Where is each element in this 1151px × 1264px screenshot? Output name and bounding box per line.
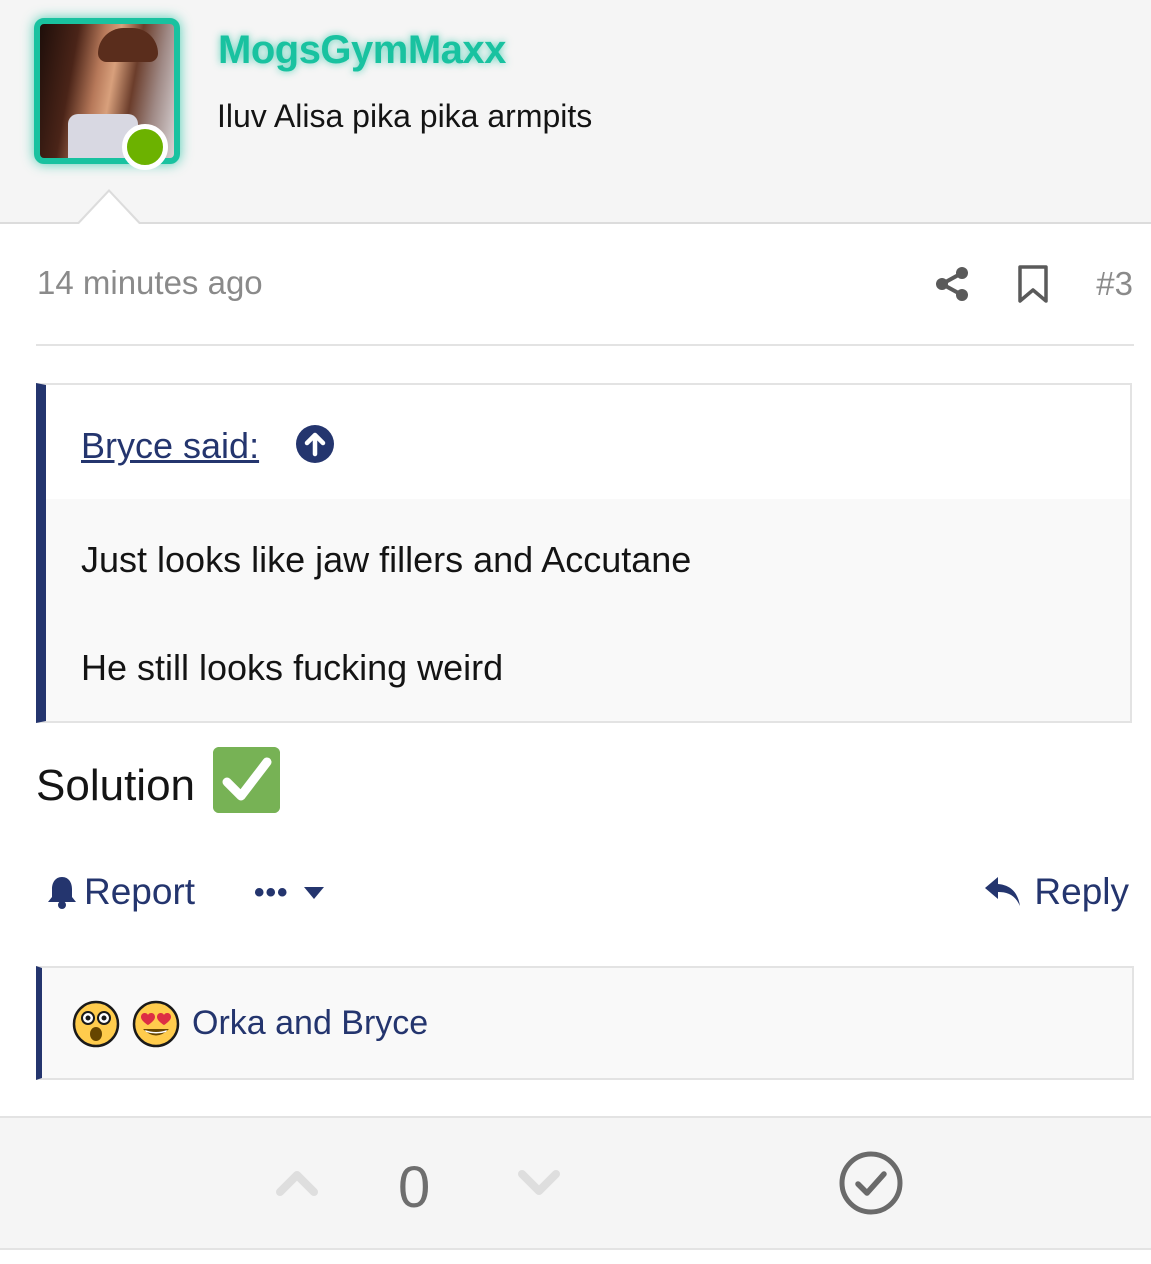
quote-header: Bryce said: [46,385,1130,499]
online-status-dot [122,124,168,170]
reply-label[interactable]: Reply [1034,871,1129,913]
more-dots[interactable]: ••• [254,878,289,908]
reactions-bar[interactable]: Orka and Bryce [36,966,1134,1080]
post-footer: 0 [0,1116,1151,1250]
heart-eyes-face-icon[interactable] [132,1000,180,1048]
quote-block: Bryce said: Just looks like jaw fillers … [36,383,1132,723]
vote-count: 0 [398,1155,431,1220]
reply-button[interactable]: Reply [984,870,1129,914]
bookmark-icon[interactable] [1016,264,1050,304]
report-label[interactable]: Report [84,871,195,913]
user-header: MogsGymMaxx Iluv Alisa pika pika armpits [0,0,1151,224]
post-body-text: Solution [36,761,196,810]
quote-text-line: Just looks like jaw fillers and Accutane [81,539,692,580]
divider [36,344,1134,346]
check-circle-icon[interactable] [838,1150,904,1216]
reply-arrow-icon [985,877,1021,906]
astonished-face-icon[interactable] [72,1000,120,1048]
reaction-users-link[interactable]: Orka and Bryce [192,1004,428,1043]
post-number[interactable]: #3 [1096,265,1133,303]
share-icon[interactable] [934,266,970,302]
quote-author-link[interactable]: Bryce said: [81,425,259,467]
more-options-menu[interactable]: ••• [254,878,325,908]
post-timestamp[interactable]: 14 minutes ago [37,264,263,302]
post-meta-actions: #3 [934,262,1133,306]
avatar-wrapper[interactable] [34,18,180,170]
chevron-down-icon[interactable] [518,1170,560,1196]
username[interactable]: MogsGymMaxx [218,28,506,73]
quote-text-line: He still looks fucking weird [81,647,504,688]
user-title: Iluv Alisa pika pika armpits [217,98,593,134]
bell-icon [48,877,76,909]
chevron-down-icon[interactable] [303,886,325,900]
white-check-mark-icon [213,747,280,813]
chevron-up-icon[interactable] [276,1170,318,1196]
report-button[interactable]: Report [46,870,195,914]
arrow-up-circle-icon[interactable] [296,425,334,463]
